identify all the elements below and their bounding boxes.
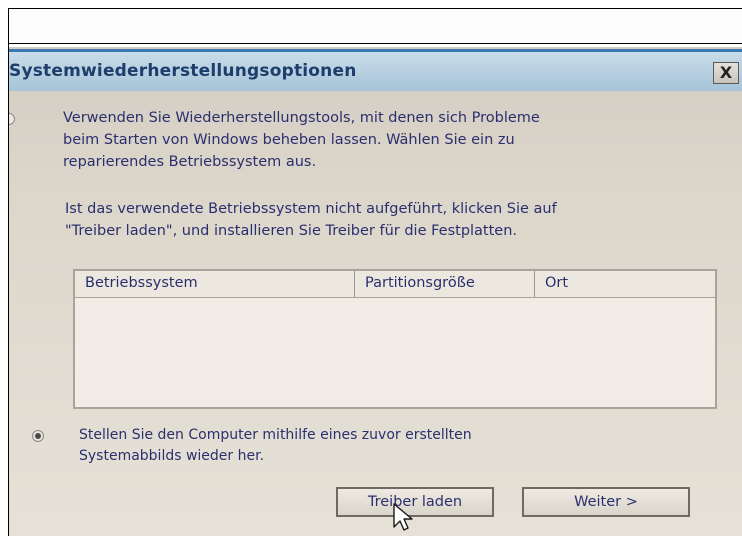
column-header-location[interactable]: Ort: [535, 271, 715, 297]
os-list[interactable]: Betriebssystem Partitionsgröße Ort: [73, 269, 717, 409]
option1-line2: beim Starten von Windows beheben lassen.…: [63, 132, 515, 148]
close-button[interactable]: X: [713, 62, 739, 84]
close-icon: X: [719, 63, 733, 82]
option1-line3: reparierendes Betriebssystem aus.: [63, 154, 317, 170]
option1-line1: Verwenden Sie Wiederherstellungstools, m…: [63, 110, 540, 126]
radio-restore-system-image[interactable]: [32, 430, 44, 442]
column-header-os[interactable]: Betriebssystem: [75, 271, 355, 297]
option1-text: Verwenden Sie Wiederherstellungstools, m…: [63, 107, 540, 173]
system-recovery-dialog: Systemwiederherstellungsoptionen X Verwe…: [9, 47, 742, 536]
option2-line2: Systemabbilds wieder her.: [79, 448, 265, 464]
option2-text: Stellen Sie den Computer mithilfe eines …: [79, 425, 472, 467]
top-blank-area: [9, 9, 742, 43]
option2-line1: Stellen Sie den Computer mithilfe eines …: [79, 427, 472, 443]
instruction-text: Ist das verwendete Betriebssystem nicht …: [65, 198, 557, 242]
instruction-line1: Ist das verwendete Betriebssystem nicht …: [65, 201, 557, 217]
mouse-pointer-icon: [393, 503, 413, 531]
os-list-header: Betriebssystem Partitionsgröße Ort: [75, 271, 715, 298]
load-drivers-button[interactable]: Treiber laden: [336, 487, 494, 517]
radio-selected-dot: [35, 433, 41, 439]
next-button[interactable]: Weiter >: [522, 487, 690, 517]
divider: [8, 43, 742, 44]
column-header-partition-size[interactable]: Partitionsgröße: [355, 271, 535, 297]
instruction-line2: "Treiber laden", und installieren Sie Tr…: [65, 223, 518, 239]
title-bar: Systemwiederherstellungsoptionen X: [9, 49, 742, 91]
dialog-title: Systemwiederherstellungsoptionen: [9, 61, 357, 81]
radio-use-recovery-tools[interactable]: [9, 113, 15, 125]
